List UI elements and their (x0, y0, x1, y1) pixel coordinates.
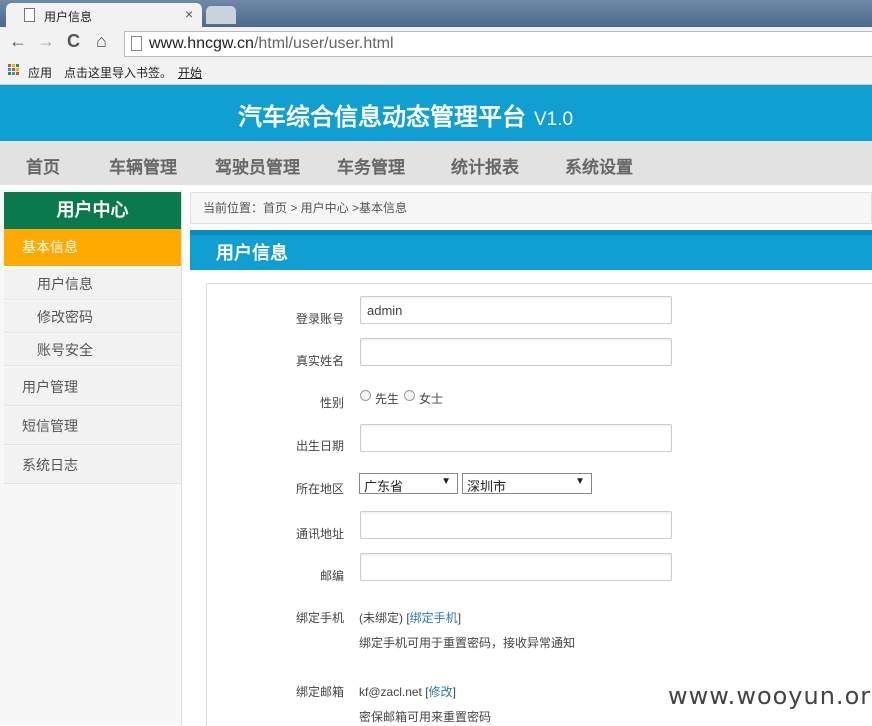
sidebar: 用户中心 基本信息 用户信息 修改密码 账号安全 用户管理 短信管理 系统日志 (0, 190, 182, 725)
nav-reports[interactable]: 统计报表 (451, 153, 519, 178)
watermark: www.wooyun.org (668, 682, 872, 710)
browser-tab[interactable]: 用户信息 × (6, 3, 202, 27)
gender-male-label: 先生 (375, 392, 400, 406)
page-title: 用户信息 (190, 230, 872, 270)
home-icon[interactable]: ⌂ (96, 31, 107, 52)
nav-settings[interactable]: 系统设置 (565, 153, 633, 178)
bookmark-start-link[interactable]: 开始 (178, 64, 202, 81)
bind-phone-link[interactable]: 绑定手机 (410, 611, 458, 625)
nav-affairs[interactable]: 车务管理 (337, 153, 405, 178)
new-tab-button[interactable] (206, 6, 236, 24)
sidebar-item-system-log[interactable]: 系统日志 (4, 446, 181, 484)
sidebar-item-user-info[interactable]: 用户信息 (4, 268, 181, 300)
sidebar-item-sms-management[interactable]: 短信管理 (4, 407, 181, 445)
city-select[interactable]: 深圳市 ▼ (462, 473, 592, 494)
browser-tabbar: 用户信息 × (0, 0, 872, 27)
gender-label: 性别 (319, 396, 344, 410)
browser-toolbar: ← → C ⌂ www.hncgw.cn/html/user/user.html (0, 27, 872, 61)
sidebar-item-user-management[interactable]: 用户管理 (4, 368, 181, 406)
address-field[interactable] (360, 511, 672, 539)
bookmarks-bar: 应用 点击这里导入书签。 开始 (0, 61, 872, 85)
realname-label: 真实姓名 (295, 354, 344, 368)
province-select[interactable]: 广东省 ▼ (359, 473, 458, 494)
birth-date-field[interactable] (360, 424, 672, 452)
sidebar-item-basic-info[interactable]: 基本信息 (4, 229, 181, 266)
tab-close-icon[interactable]: × (185, 6, 193, 22)
breadcrumb: 当前位置：首页 > 用户中心 >基本信息 (190, 192, 872, 224)
bookmark-import-link[interactable]: 点击这里导入书签。 (64, 64, 172, 81)
bookmark-apps[interactable]: 应用 (28, 64, 52, 81)
page-icon (131, 36, 142, 51)
main-nav: 首页 车辆管理 驾驶员管理 车务管理 统计报表 系统设置 (0, 141, 872, 185)
nav-drivers[interactable]: 驾驶员管理 (215, 153, 300, 178)
zip-label: 邮编 (319, 569, 344, 583)
site-title: 汽车综合信息动态管理平台 V1.0 (238, 104, 574, 131)
zip-field[interactable] (360, 553, 672, 581)
login-label: 登录账号 (295, 312, 344, 326)
sidebar-item-change-password[interactable]: 修改密码 (4, 301, 181, 333)
realname-field[interactable] (360, 338, 672, 366)
edit-email-link[interactable]: 修改 (429, 685, 453, 699)
sidebar-item-account-security[interactable]: 账号安全 (4, 334, 181, 366)
gender-female-radio[interactable] (404, 390, 415, 401)
gender-female-label: 女士 (419, 392, 444, 406)
site-header: 汽车综合信息动态管理平台 V1.0 (0, 85, 872, 141)
gender-male-radio[interactable] (360, 390, 371, 401)
region-label: 所在地区 (295, 482, 344, 496)
chevron-down-icon: ▼ (575, 476, 585, 487)
back-icon[interactable]: ← (9, 31, 27, 52)
nav-home[interactable]: 首页 (26, 153, 60, 178)
email-label: 绑定邮箱 (295, 685, 344, 699)
birth-label: 出生日期 (295, 439, 344, 453)
email-status: kf@zacl.net [修改] (359, 685, 456, 699)
province-value: 广东省 (364, 479, 404, 494)
nav-vehicles[interactable]: 车辆管理 (109, 153, 177, 178)
sidebar-header: 用户中心 (4, 192, 181, 229)
page-icon (24, 8, 35, 22)
email-hint: 密保邮箱可用来重置密码 (359, 710, 492, 724)
forward-icon[interactable]: → (37, 31, 55, 52)
phone-status: (未绑定) [绑定手机] (359, 611, 462, 625)
address-bar[interactable]: www.hncgw.cn/html/user/user.html (124, 31, 872, 57)
phone-hint: 绑定手机可用于重置密码，接收异常通知 (359, 636, 576, 650)
phone-label: 绑定手机 (295, 611, 344, 625)
login-field[interactable]: admin (360, 296, 672, 324)
url-text: www.hncgw.cn/html/user/user.html (149, 35, 394, 52)
tab-title: 用户信息 (44, 10, 93, 24)
reload-icon[interactable]: C (67, 31, 80, 52)
city-value: 深圳市 (467, 479, 507, 494)
apps-grid-icon[interactable] (8, 64, 20, 76)
address-label: 通讯地址 (295, 527, 344, 541)
chevron-down-icon: ▼ (441, 476, 451, 487)
